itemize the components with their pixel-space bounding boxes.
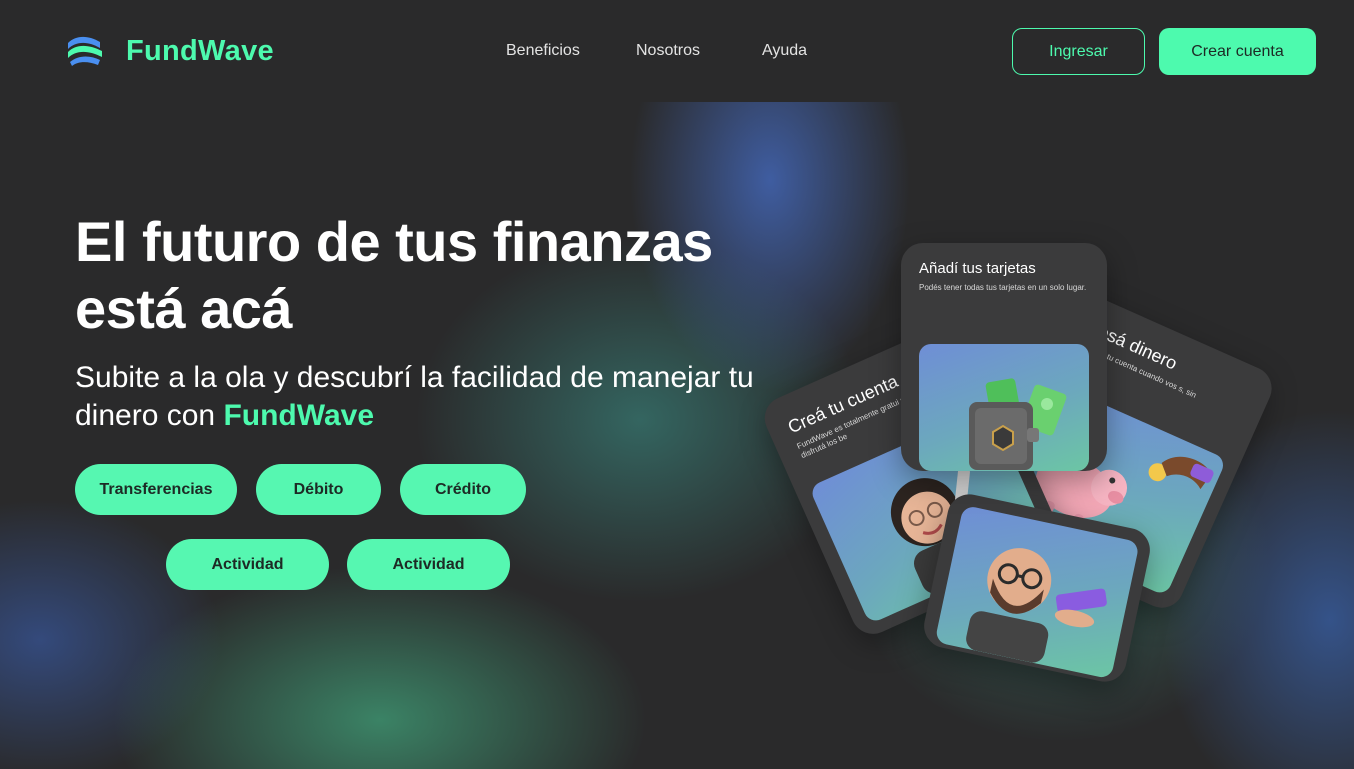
chip-credito[interactable]: Crédito <box>400 464 526 515</box>
chip-actividad-2[interactable]: Actividad <box>347 539 510 590</box>
card-bottom-scene <box>934 504 1140 680</box>
hero-subtitle: Subite a la ola y descubrí la facilidad … <box>75 359 755 435</box>
hero-title: El futuro de tus finanzas está acá <box>75 210 713 340</box>
nav-item-ayuda[interactable]: Ayuda <box>762 42 807 60</box>
hero-subtitle-brand: FundWave <box>223 399 375 432</box>
nav-item-beneficios[interactable]: Beneficios <box>506 42 580 60</box>
chip-actividad[interactable]: Actividad <box>166 539 329 590</box>
chip-transferencias[interactable]: Transferencias <box>75 464 237 515</box>
site-header: FundWave Beneficios Nosotros Ayuda Ingre… <box>0 0 1354 102</box>
card-cards-scene <box>919 344 1089 471</box>
chip-debito[interactable]: Débito <box>256 464 381 515</box>
hero-subtitle-text: Subite a la ola y descubrí la facilidad … <box>75 361 754 432</box>
avatar-man-icon <box>966 548 1107 663</box>
wave-logo-icon <box>68 36 102 66</box>
wallet-icon <box>969 378 1067 470</box>
nav-item-nosotros[interactable]: Nosotros <box>636 42 700 60</box>
card-cards-title: Añadí tus tarjetas <box>919 260 1036 277</box>
login-button[interactable]: Ingresar <box>1012 28 1145 75</box>
brand-name: FundWave <box>126 34 274 67</box>
feature-card-cards[interactable]: Añadí tus tarjetas Podés tener todas tus… <box>901 243 1107 471</box>
signup-button[interactable]: Crear cuenta <box>1159 28 1316 75</box>
card-cards-desc: Podés tener todas tus tarjetas en un sol… <box>919 283 1087 292</box>
brand-logo[interactable]: FundWave <box>66 32 274 70</box>
